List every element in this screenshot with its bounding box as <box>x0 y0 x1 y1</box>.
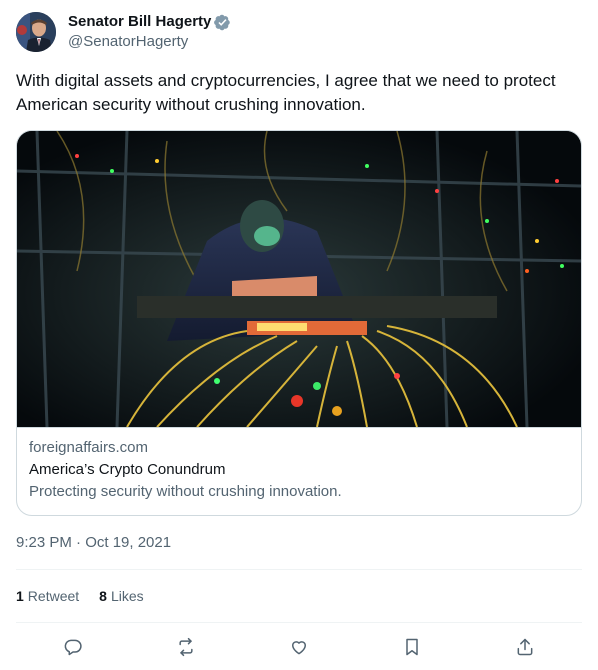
tweet-stats: 1 Retweet 8 Likes <box>16 586 164 606</box>
avatar[interactable] <box>16 12 56 52</box>
tweet-header: Senator Bill Hagerty @SenatorHagerty <box>16 12 582 52</box>
display-name[interactable]: Senator Bill Hagerty <box>68 12 211 32</box>
retweets-count: 1 <box>16 588 24 604</box>
action-bar <box>16 634 582 660</box>
heart-icon <box>291 641 306 655</box>
likes-stat[interactable]: 8 Likes <box>99 586 143 606</box>
retweet-icon <box>179 637 193 657</box>
share-button[interactable] <box>514 636 536 658</box>
retweets-label: Retweet <box>27 588 80 604</box>
verified-badge-icon <box>214 14 231 31</box>
link-card[interactable]: foreignaffairs.com America’s Crypto Conu… <box>16 130 582 516</box>
card-domain: foreignaffairs.com <box>29 439 148 456</box>
bookmark-button[interactable] <box>401 636 423 658</box>
card-image <box>17 131 581 427</box>
reply-button[interactable] <box>62 636 84 658</box>
reply-icon <box>64 639 82 656</box>
tweet-text: With digital assets and cryptocurrencies… <box>16 71 556 114</box>
retweet-button[interactable] <box>175 636 197 658</box>
divider <box>16 569 582 570</box>
author-info: Senator Bill Hagerty @SenatorHagerty <box>68 12 231 52</box>
tweet-timestamp[interactable]: 9:23 PM · Oct 19, 2021 <box>16 533 171 553</box>
divider <box>16 622 582 623</box>
share-icon <box>517 638 533 656</box>
author-handle[interactable]: @SenatorHagerty <box>68 32 231 52</box>
like-button[interactable] <box>288 636 310 658</box>
likes-count: 8 <box>99 588 107 604</box>
retweets-stat[interactable]: 1 Retweet <box>16 586 79 606</box>
card-description: Protecting security without crushing inn… <box>29 483 342 500</box>
card-title: America’s Crypto Conundrum <box>29 461 226 478</box>
bookmark-icon <box>406 638 418 656</box>
likes-label: Likes <box>110 588 144 604</box>
card-body: foreignaffairs.com America’s Crypto Conu… <box>17 427 581 515</box>
